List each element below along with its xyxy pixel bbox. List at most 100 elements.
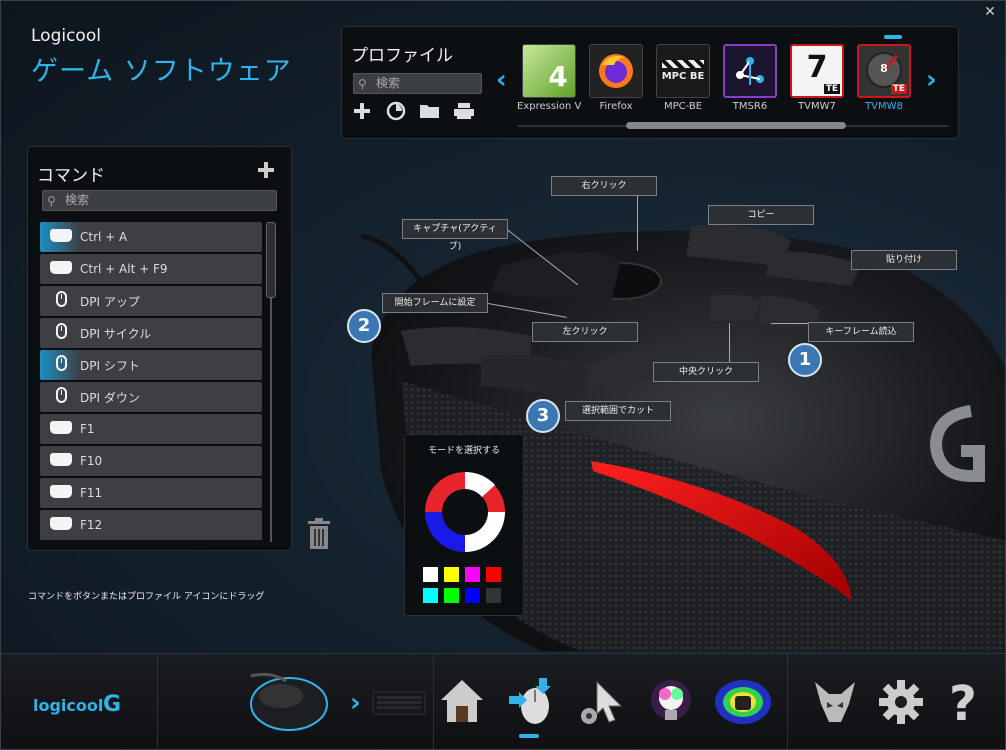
command-item[interactable]: DPI シフト	[40, 350, 262, 380]
command-item[interactable]: DPI サイクル	[40, 318, 262, 348]
leader-line	[729, 323, 730, 363]
next-device-arrow[interactable]: ›	[350, 688, 361, 718]
command-scrollbar[interactable]	[266, 222, 276, 542]
swatch-red[interactable]	[486, 567, 501, 582]
lighting-icon[interactable]	[645, 676, 701, 732]
print-profile-button[interactable]	[453, 101, 475, 123]
button-badge-1[interactable]: 1	[788, 343, 822, 377]
command-label: Ctrl + Alt + F9	[80, 262, 168, 276]
label-left-click[interactable]: 左クリック	[532, 322, 638, 342]
home-icon[interactable]	[437, 676, 493, 732]
key-icon	[48, 420, 74, 438]
swatch-green[interactable]	[444, 588, 459, 603]
swatch-cyan[interactable]	[423, 588, 438, 603]
active-tab-indicator	[519, 734, 539, 738]
profile-search-input[interactable]: ⚲ 検索	[353, 73, 482, 94]
command-label: F12	[80, 518, 103, 532]
device-mouse-icon[interactable]	[241, 666, 331, 736]
profile-panel: プロファイル ⚲ 検索 ‹ 4 Expression V Firefox MPC…	[341, 26, 959, 139]
swatch-white[interactable]	[423, 567, 438, 582]
scroll-thumb[interactable]	[266, 222, 276, 298]
command-item[interactable]: DPI ダウン	[40, 382, 262, 412]
profile-tvmw8[interactable]: 8 TE TVMW8	[857, 44, 911, 112]
gear-icon[interactable]	[875, 676, 931, 732]
label-paste[interactable]: 貼り付け	[851, 250, 957, 270]
key-icon	[48, 452, 74, 470]
profile-scrollbar[interactable]	[518, 122, 948, 129]
key-icon	[48, 484, 74, 502]
mode-select-panel: モードを選択する	[404, 434, 524, 616]
help-icon[interactable]: ?	[949, 676, 977, 732]
logicool-logo: logicool	[33, 696, 104, 715]
tvmw7-icon: 7 TE	[790, 44, 844, 98]
mpc-be-icon: MPC BE	[656, 44, 710, 98]
mouse-icon	[48, 355, 74, 375]
profile-list: 4 Expression V Firefox MPC BE MPC-BE TMS…	[517, 44, 911, 112]
swatch-blue[interactable]	[465, 588, 480, 603]
label-cut-selection[interactable]: 選択範囲でカット	[565, 401, 671, 421]
trash-icon[interactable]	[307, 518, 331, 550]
command-item[interactable]: F12	[40, 510, 262, 540]
profile-prev-arrow[interactable]: ‹	[496, 65, 507, 95]
profile-next-arrow[interactable]: ›	[926, 65, 937, 95]
expression-web-icon: 4	[522, 44, 576, 98]
add-profile-button[interactable]	[351, 101, 373, 123]
divider	[433, 654, 434, 749]
command-label: F10	[80, 454, 103, 468]
profile-tvmw7[interactable]: 7 TE TVMW7	[790, 44, 844, 112]
import-profile-button[interactable]	[419, 101, 441, 123]
command-item[interactable]: Ctrl + A	[40, 222, 262, 252]
close-button[interactable]: ✕	[983, 5, 997, 19]
command-item[interactable]: F1	[40, 414, 262, 444]
command-item[interactable]: F11	[40, 478, 262, 508]
profile-expression-web[interactable]: 4 Expression V	[517, 44, 581, 112]
customize-buttons-icon[interactable]	[505, 676, 561, 732]
command-label: DPI シフト	[80, 358, 140, 373]
active-profile-marker	[884, 35, 902, 39]
app-title: ゲーム ソフトウェア	[31, 56, 292, 87]
scan-profile-button[interactable]	[385, 101, 407, 123]
profile-label: Expression V	[517, 101, 581, 112]
profile-label: TVMW8	[865, 101, 903, 112]
swatch-off[interactable]	[486, 588, 501, 603]
profile-label: MPC-BE	[663, 101, 703, 112]
label-copy[interactable]: コピー	[708, 205, 814, 225]
command-item[interactable]: F10	[40, 446, 262, 476]
command-label: Ctrl + A	[80, 230, 128, 244]
label-middle-click[interactable]: 中央クリック	[653, 362, 759, 382]
command-panel-title: コマンド	[37, 166, 105, 186]
mode-ring-icon[interactable]	[420, 467, 510, 557]
clock-icon	[386, 101, 406, 121]
divider	[157, 654, 158, 749]
label-right-click[interactable]: 右クリック	[551, 176, 657, 196]
pointer-settings-icon[interactable]	[577, 676, 633, 732]
command-list: Ctrl + A Ctrl + Alt + F9 DPI アップ DPI サイク…	[40, 222, 262, 542]
button-badge-3[interactable]: 3	[526, 399, 560, 433]
mouse-icon	[48, 387, 74, 407]
swatch-yellow[interactable]	[444, 567, 459, 582]
command-label: DPI サイクル	[80, 326, 152, 341]
profile-mpc-be[interactable]: MPC BE MPC-BE	[656, 44, 710, 112]
mouse-icon	[48, 291, 74, 311]
profile-search-placeholder: 検索	[376, 76, 401, 90]
command-item[interactable]: Ctrl + Alt + F9	[40, 254, 262, 284]
command-search-input[interactable]: ⚲ 検索	[42, 190, 277, 211]
label-capture[interactable]: キャプチャ(アクティブ)	[402, 219, 508, 252]
key-icon	[48, 228, 74, 246]
profile-panel-title: プロファイル	[351, 46, 453, 66]
profile-scroll-thumb[interactable]	[626, 122, 846, 129]
add-command-button[interactable]	[257, 157, 275, 185]
profile-tmsr6[interactable]: TMSR6	[723, 44, 777, 112]
leader-line	[771, 323, 811, 324]
label-set-start-frame[interactable]: 開始フレームに設定	[382, 293, 488, 313]
button-badge-2[interactable]: 2	[347, 309, 381, 343]
label-keyframe-read[interactable]: キーフレーム読込	[808, 322, 914, 342]
keyboard-icon[interactable]	[371, 688, 427, 718]
swatch-magenta[interactable]	[465, 567, 480, 582]
arx-control-icon[interactable]	[809, 676, 865, 732]
plus-icon	[354, 103, 370, 119]
profile-firefox[interactable]: Firefox	[589, 44, 643, 112]
command-item[interactable]: DPI アップ	[40, 286, 262, 316]
app-window: ✕ Logicool ゲーム ソフトウェア プロファイル ⚲ 検索 ‹ 4 Ex…	[0, 0, 1006, 750]
heatmap-icon[interactable]	[713, 676, 771, 732]
